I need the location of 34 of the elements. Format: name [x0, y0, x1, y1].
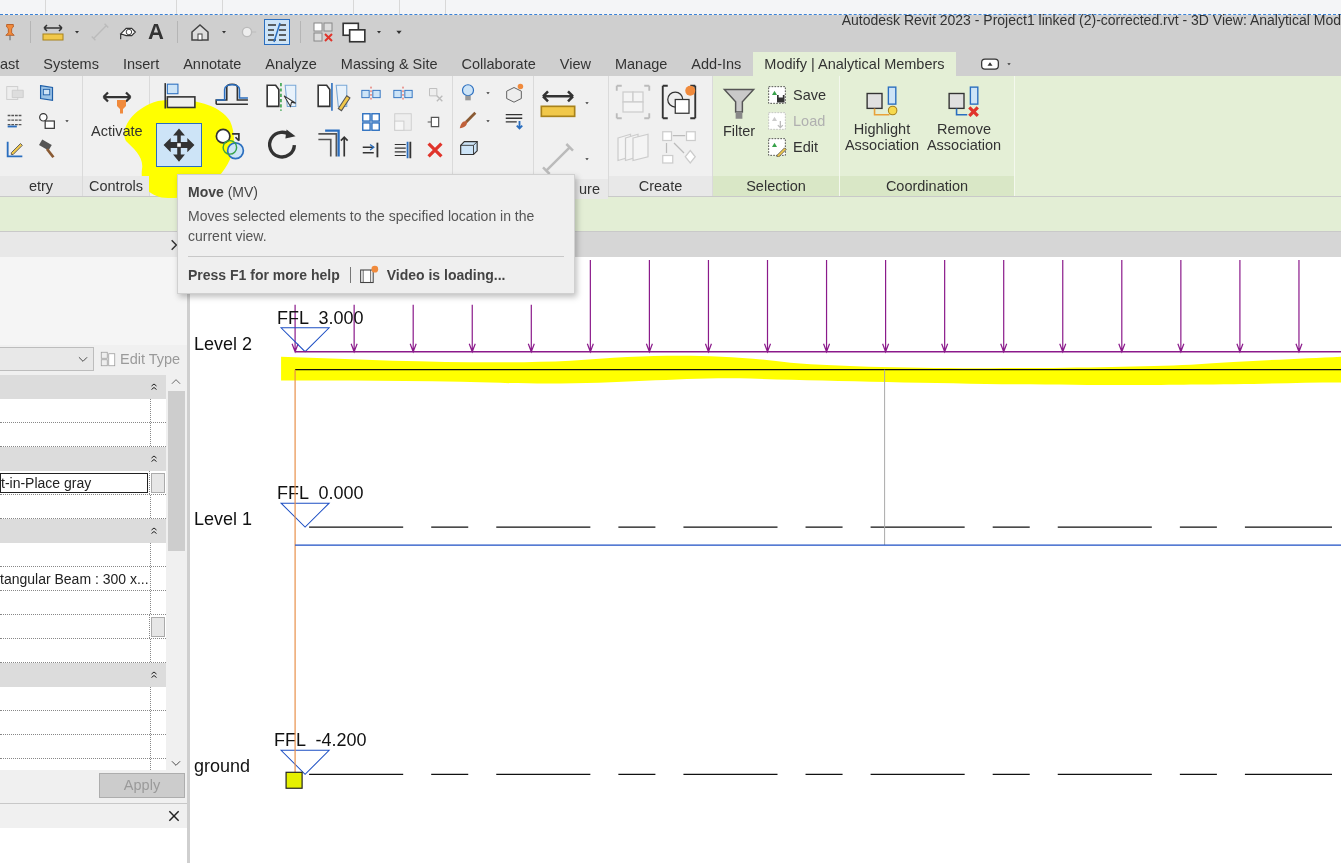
ribbon-tab[interactable]: Manage	[602, 52, 680, 76]
level-elevation: FFL -4.200	[274, 730, 367, 751]
panel-title: Coordination	[840, 176, 1014, 196]
panel-title: Create	[609, 176, 712, 196]
level-name: Level 1	[194, 509, 253, 530]
level-name: ground	[194, 756, 251, 777]
ribbon-tab[interactable]: ast	[0, 52, 32, 76]
ribbon-button[interactable]: Remove Association	[926, 82, 1002, 156]
ribbon-tab[interactable]: Add-Ins	[679, 52, 754, 76]
ribbon-button[interactable]: Highlight Association	[844, 82, 920, 156]
video-status: Video is loading...	[386, 267, 506, 283]
tooltip-title: Move (MV)	[188, 184, 259, 200]
ribbon-tab[interactable]: Insert	[110, 52, 172, 76]
ribbon-tab[interactable]: Analyze	[253, 52, 329, 76]
level-name: Level 2	[194, 333, 253, 354]
ribbon-button[interactable]: Save	[767, 83, 827, 107]
ribbon-tab[interactable]: Massing & Site	[328, 52, 450, 76]
help-hint: Press F1 for more help	[188, 267, 351, 283]
panel-title: Selection	[713, 176, 839, 196]
panel-title: Controls	[83, 176, 149, 196]
property-field[interactable]: t-in-Place gray	[0, 472, 148, 493]
tooltip-description: Moves selected elements to the specified location in the current view.	[188, 206, 564, 257]
window-title: Autodesk Revit 2023 - Project1 linked (2)-corrected.rvt - 3D View: Analytical Mod	[841, 12, 1341, 28]
level-elevation: FFL 0.000	[277, 483, 364, 504]
text-tool[interactable]: A	[145, 18, 167, 45]
ribbon-tab[interactable]: View	[547, 52, 603, 76]
ribbon-button[interactable]: Edit	[767, 135, 827, 159]
ribbon-tab[interactable]: Systems	[31, 52, 111, 76]
ribbon-tab[interactable]: Annotate	[171, 52, 254, 76]
property-value: tangular Beam : 300 x...	[0, 570, 149, 587]
ribbon-tab[interactable]: Modify | Analytical Members	[753, 52, 956, 76]
ribbon-tab[interactable]: Collaborate	[449, 52, 548, 76]
ribbon-button[interactable]: Filter	[717, 82, 761, 142]
panel-title: etry	[0, 176, 82, 196]
